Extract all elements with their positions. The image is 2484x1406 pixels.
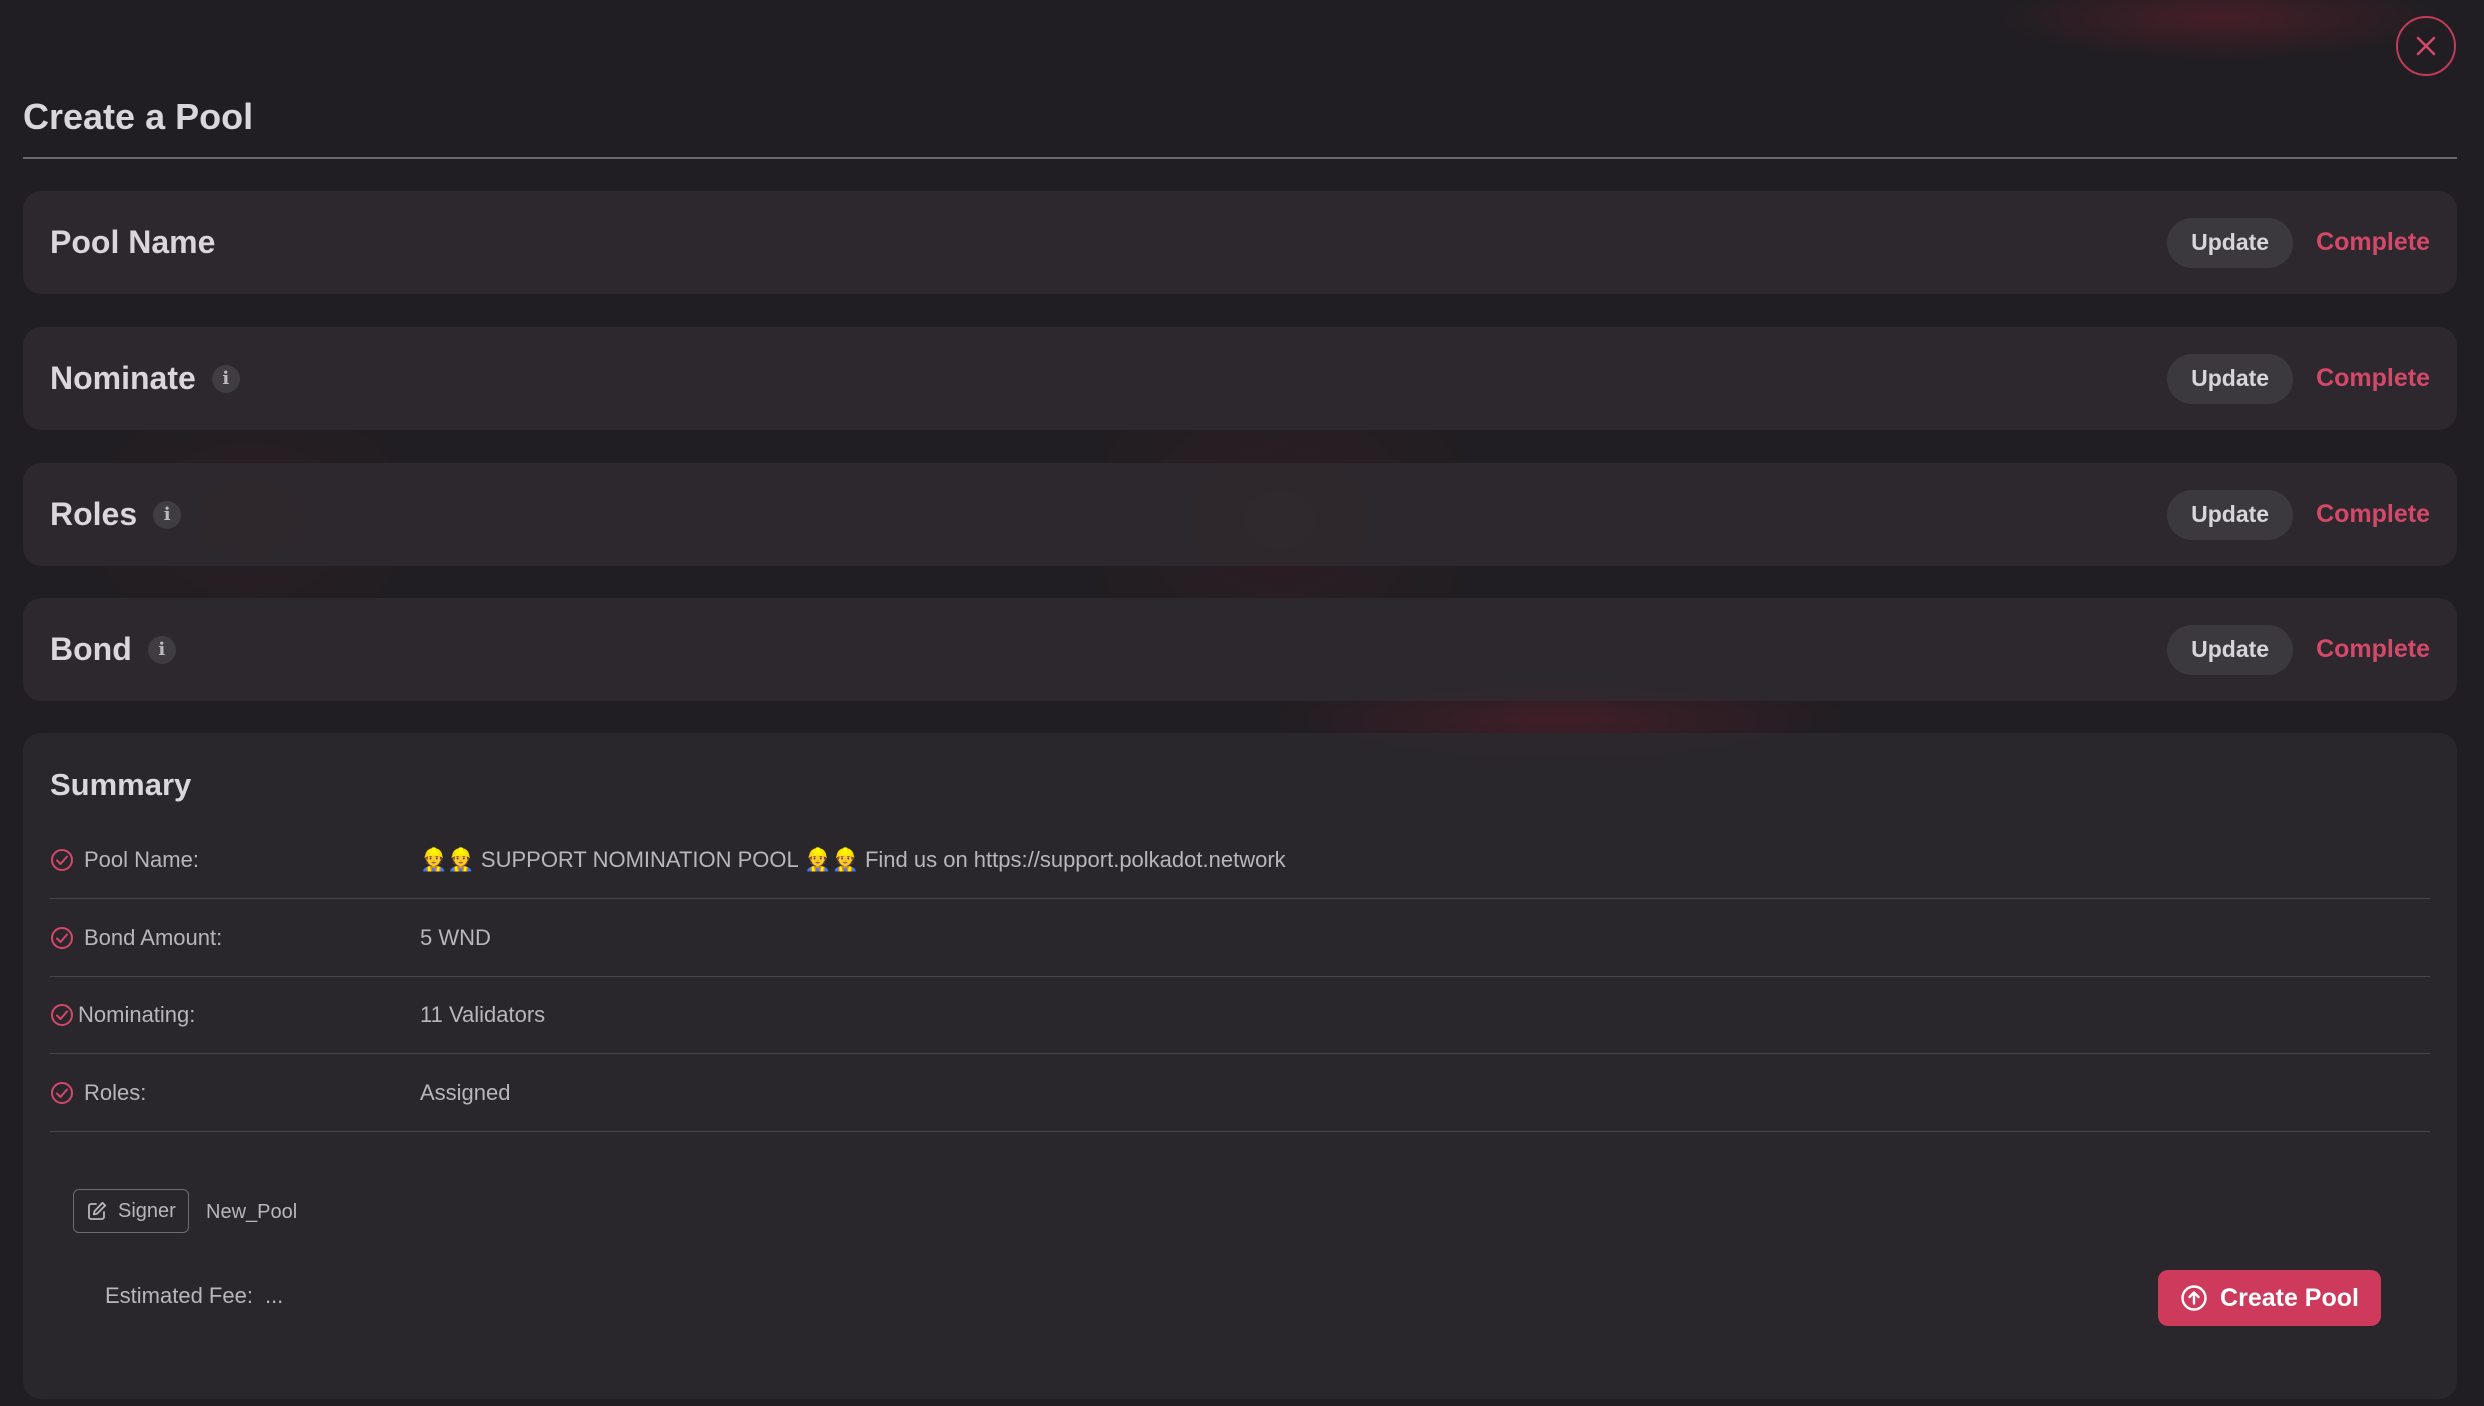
- row-label: Nominating:: [78, 1002, 196, 1027]
- close-button[interactable]: [2396, 16, 2456, 76]
- update-button[interactable]: Update: [2167, 353, 2294, 404]
- section-title: Roles: [50, 496, 138, 532]
- estimated-fee: Estimated Fee:...: [105, 1283, 283, 1309]
- arrow-up-circle-icon: [2181, 1285, 2207, 1311]
- row-label: Bond Amount:: [84, 925, 223, 950]
- create-pool-button[interactable]: Create Pool: [2158, 1270, 2381, 1326]
- complete-status: Complete: [2316, 635, 2430, 663]
- row-value: 11 Validators: [420, 1002, 546, 1027]
- pool-name-link-text: Find us on https://support.polkadot.netw…: [858, 847, 1286, 872]
- info-icon[interactable]: i: [211, 364, 240, 393]
- summary-title: Summary: [50, 767, 192, 802]
- row-value: 👷👷 SUPPORT NOMINATION POOL 👷👷 Find us on…: [420, 847, 1286, 873]
- section-bond: Bond i Update Complete: [23, 598, 2457, 701]
- section-nominate: Nominate i Update Complete: [23, 327, 2457, 430]
- summary-row-pool-name: Pool Name: 👷👷 SUPPORT NOMINATION POOL 👷👷…: [50, 822, 2430, 899]
- worker-emoji: 👷👷: [804, 848, 859, 873]
- pool-name-text: SUPPORT NOMINATION POOL: [474, 847, 805, 872]
- summary-panel: Summary Pool Name: 👷👷 SUPPORT NOMINATION…: [23, 733, 2457, 1399]
- signer-account-name: New_Pool: [206, 1201, 298, 1223]
- section-title: Bond: [50, 631, 132, 667]
- check-circle-icon: [50, 1003, 74, 1027]
- complete-status: Complete: [2316, 500, 2430, 528]
- check-circle-icon: [50, 926, 74, 950]
- complete-status: Complete: [2316, 364, 2430, 392]
- info-icon[interactable]: i: [147, 635, 176, 664]
- check-circle-icon: [50, 1081, 74, 1105]
- fee-value: ...: [264, 1283, 284, 1308]
- signer-button[interactable]: Signer: [73, 1189, 189, 1233]
- signer-label: Signer: [118, 1199, 176, 1222]
- page-title: Create a Pool: [23, 96, 254, 137]
- create-pool-label: Create Pool: [2220, 1283, 2359, 1312]
- row-label: Pool Name:: [84, 847, 199, 872]
- section-pool-name: Pool Name Update Complete: [23, 191, 2457, 294]
- close-icon: [2416, 36, 2436, 56]
- update-button[interactable]: Update: [2167, 624, 2294, 675]
- section-roles: Roles i Update Complete: [23, 463, 2457, 566]
- section-title: Pool Name: [50, 224, 216, 260]
- edit-icon: [88, 1201, 107, 1220]
- info-icon[interactable]: i: [153, 500, 182, 529]
- complete-status: Complete: [2316, 228, 2430, 256]
- row-value: 5 WND: [420, 925, 491, 950]
- row-label: Roles:: [84, 1080, 147, 1105]
- update-button[interactable]: Update: [2167, 489, 2294, 540]
- update-button[interactable]: Update: [2167, 217, 2294, 268]
- row-value: Assigned: [420, 1080, 511, 1105]
- check-circle-icon: [50, 848, 74, 872]
- title-divider: [23, 157, 2457, 159]
- section-title: Nominate: [50, 360, 196, 396]
- summary-row-bond-amount: Bond Amount: 5 WND: [50, 900, 2430, 977]
- summary-row-roles: Roles: Assigned: [50, 1055, 2430, 1132]
- worker-emoji: 👷👷: [420, 848, 475, 873]
- summary-row-nominating: Nominating: 11 Validators: [50, 977, 2430, 1054]
- fee-label: Estimated Fee:: [105, 1283, 253, 1308]
